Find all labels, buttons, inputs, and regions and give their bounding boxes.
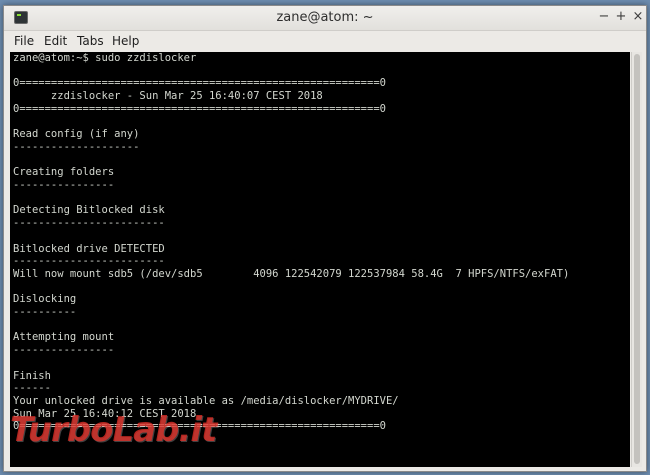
menu-edit[interactable]: Edit <box>44 34 67 48</box>
window-title: zane@atom: ~ <box>276 10 374 25</box>
menu-help[interactable]: Help <box>112 34 139 48</box>
terminal-output: zane@atom:~$ sudo zzdislocker 0=========… <box>13 52 570 433</box>
terminal-area[interactable]: zane@atom:~$ sudo zzdislocker 0=========… <box>10 52 630 467</box>
menu-file[interactable]: File <box>14 34 34 48</box>
vertical-scrollbar[interactable] <box>631 52 642 467</box>
close-icon[interactable]: × <box>630 9 646 25</box>
minimize-icon[interactable]: − <box>596 9 612 25</box>
maximize-icon[interactable]: + <box>613 9 629 25</box>
menu-tabs[interactable]: Tabs <box>77 34 104 48</box>
title-bar[interactable]: zane@atom: ~ − + × <box>4 6 646 31</box>
menu-bar: File Edit Tabs Help <box>4 31 646 51</box>
scrollbar-thumb[interactable] <box>634 54 640 464</box>
terminal-window: zane@atom: ~ − + × File Edit Tabs Help z… <box>3 5 647 472</box>
